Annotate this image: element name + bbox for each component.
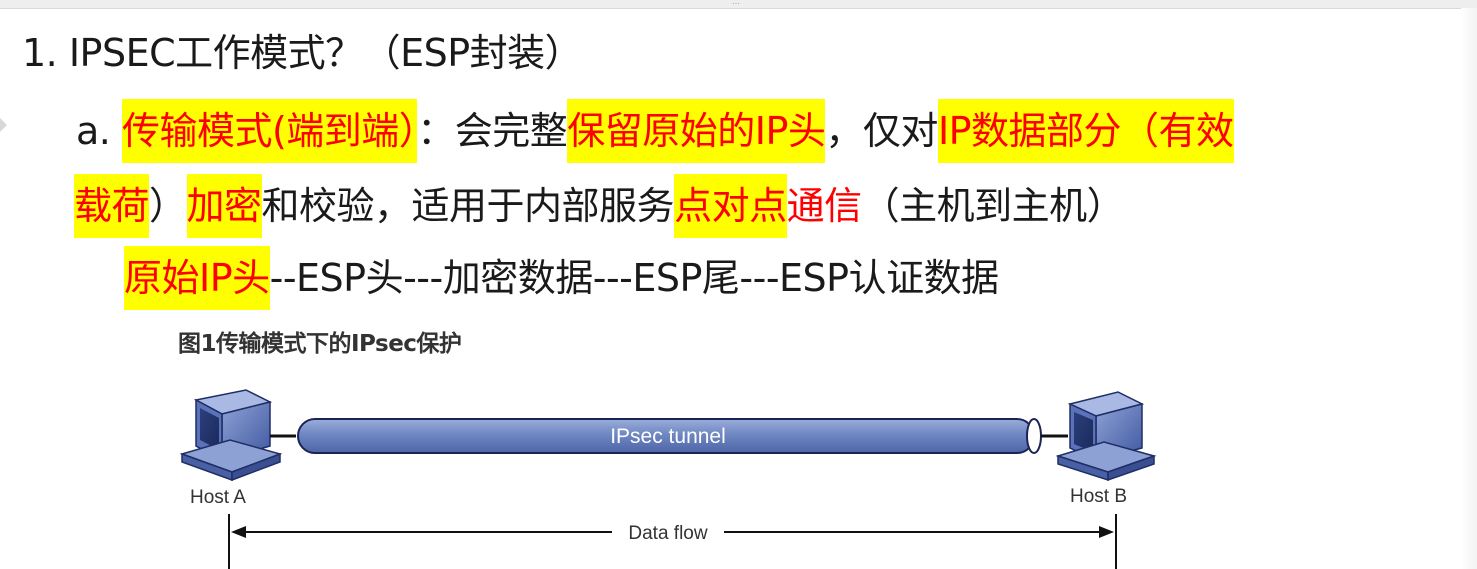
- host-a-label: Host A: [190, 487, 246, 508]
- host-b-label: Host B: [1070, 486, 1127, 507]
- data-flow-label: Data flow: [628, 523, 707, 544]
- transport-mode-diagram: IPsec tunnel Host A Host B Data flow: [179, 389, 1157, 569]
- host-a-computer-icon: [179, 389, 283, 482]
- tunnel-label: IPsec tunnel: [610, 425, 726, 448]
- host-b-computer-icon: [1055, 391, 1157, 482]
